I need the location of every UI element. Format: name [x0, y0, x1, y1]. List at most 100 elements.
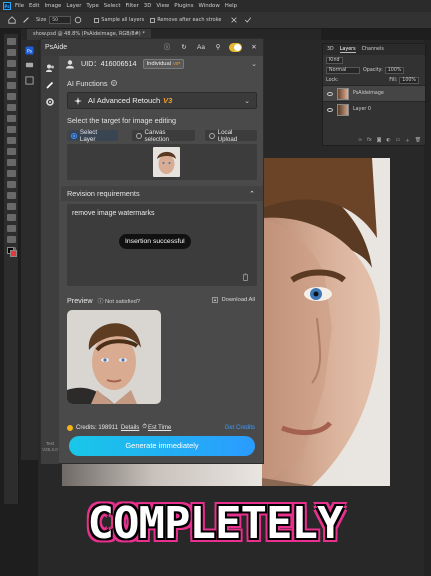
eraser-tool-icon[interactable] — [6, 148, 16, 155]
tab-3d[interactable]: 3D — [327, 47, 334, 52]
pressure-icon[interactable] — [74, 16, 82, 24]
crop-tool-icon[interactable] — [6, 82, 16, 89]
healing-tool-icon[interactable] — [6, 104, 16, 111]
move-tool-icon[interactable] — [6, 38, 16, 45]
generate-button[interactable]: Generate immediately — [69, 436, 255, 456]
eyedropper-tool-icon[interactable] — [6, 93, 16, 100]
menu-bar: Ps File Edit Image Layer Type Select Fil… — [0, 0, 431, 12]
target-image-box[interactable] — [67, 144, 257, 180]
caption-text: COMPLETELY — [87, 497, 344, 549]
type-tool-icon[interactable] — [6, 203, 16, 210]
settings-gear-icon[interactable] — [45, 97, 55, 107]
opacity-input[interactable]: 100% — [384, 66, 405, 74]
hand-tool-icon[interactable] — [6, 236, 16, 243]
menu-file[interactable]: File — [15, 3, 24, 9]
users-icon[interactable] — [45, 63, 55, 73]
chevron-down-icon: ⌄ — [244, 97, 250, 105]
size-label: Size — [36, 17, 47, 23]
panel-icon[interactable] — [25, 76, 34, 85]
account-row: UID：416006514 Individual VIP ⌄ — [61, 56, 263, 72]
blend-mode-select[interactable]: Normal — [326, 66, 360, 74]
theme-toggle[interactable] — [229, 43, 242, 52]
spot-healing-brush-icon[interactable] — [22, 16, 30, 24]
layer-row-psaideimage[interactable]: PsAideimage — [323, 85, 425, 101]
sparkle-icon — [74, 96, 82, 105]
psaide-dock-icon[interactable]: Ps — [25, 46, 34, 55]
mask-icon[interactable]: ◙ — [377, 138, 382, 143]
sample-all-layers-checkbox[interactable] — [94, 17, 100, 23]
size-input[interactable]: 50 — [49, 16, 72, 24]
pin-icon[interactable]: ⚲ — [213, 43, 223, 53]
menu-image[interactable]: Image — [44, 3, 61, 9]
revision-header[interactable]: Revision requirements ⌃ — [61, 186, 263, 201]
visibility-eye-icon[interactable] — [327, 91, 333, 96]
history-brush-tool-icon[interactable] — [6, 137, 16, 144]
commit-check-icon[interactable] — [244, 16, 252, 24]
credits-row: Credits: 198911 Details ⏱ Est Time Get C… — [61, 422, 263, 433]
not-satisfied-link[interactable]: ⓘ Not satisfied? — [98, 296, 141, 305]
preview-result-image[interactable] — [67, 310, 161, 404]
stamp-tool-icon[interactable] — [6, 126, 16, 133]
ai-function-select[interactable]: AI Advanced Retouch V3 ⌄ — [67, 92, 257, 109]
refresh-icon[interactable]: ↻ — [179, 43, 189, 53]
revision-textarea[interactable]: remove image watermarks Insertion succes… — [67, 204, 257, 286]
chevron-up-icon[interactable]: ⌃ — [249, 190, 255, 198]
menu-select[interactable]: Select — [104, 3, 121, 9]
edit-pen-icon[interactable] — [45, 80, 55, 90]
cancel-icon[interactable] — [230, 16, 238, 24]
menu-plugins[interactable]: Plugins — [174, 3, 193, 9]
dodge-tool-icon[interactable] — [6, 181, 16, 188]
blur-tool-icon[interactable] — [6, 170, 16, 177]
fill-input[interactable]: 100% — [399, 76, 419, 84]
chat-icon[interactable] — [25, 61, 34, 70]
menu-window[interactable]: Window — [199, 3, 220, 9]
lock-label: Lock: — [326, 77, 339, 83]
link-layers-icon[interactable]: ∞ — [358, 138, 362, 143]
shape-tool-icon[interactable] — [6, 225, 16, 232]
sample-all-layers-label: Sample all layers — [101, 17, 145, 23]
est-time-link[interactable]: Est Time — [148, 425, 171, 431]
new-layer-icon[interactable]: ＋ — [405, 137, 410, 144]
lasso-tool-icon[interactable] — [6, 60, 16, 67]
gradient-tool-icon[interactable] — [6, 159, 16, 166]
brush-tool-icon[interactable] — [6, 115, 16, 122]
layer-thumbnail — [337, 103, 349, 116]
path-select-tool-icon[interactable] — [6, 214, 16, 221]
menu-type[interactable]: Type — [86, 3, 98, 9]
tab-channels[interactable]: Channels — [362, 47, 384, 52]
help-icon: ? — [110, 80, 117, 86]
get-credits-link[interactable]: Get Credits — [225, 425, 255, 431]
layer-row-layer-0[interactable]: Layer 0 — [323, 101, 425, 117]
home-icon[interactable] — [8, 16, 16, 24]
pen-tool-icon[interactable] — [6, 192, 16, 199]
trash-icon[interactable] — [242, 273, 249, 281]
info-icon[interactable]: ⓘ — [162, 43, 172, 53]
menu-help[interactable]: Help — [225, 3, 237, 9]
close-icon[interactable]: ✕ — [249, 43, 259, 53]
fx-icon[interactable]: fx — [367, 138, 372, 143]
tab-layers[interactable]: Layers — [339, 47, 356, 53]
download-all-button[interactable]: Download All — [212, 297, 255, 303]
magic-wand-tool-icon[interactable] — [6, 71, 16, 78]
marquee-tool-icon[interactable] — [6, 49, 16, 56]
background-color-swatch[interactable] — [10, 250, 17, 257]
font-size-button[interactable]: Aa — [196, 43, 206, 53]
adjustment-icon[interactable]: ◐ — [386, 138, 390, 143]
remove-after-stroke-checkbox[interactable] — [150, 17, 156, 23]
radio-local-upload[interactable]: Local Upload — [204, 129, 257, 143]
layer-kind-filter[interactable]: Kind — [326, 56, 343, 64]
radio-select-layer[interactable]: Select Layer — [67, 129, 118, 143]
version-label: V25.2.0 — [42, 447, 58, 452]
folder-icon[interactable]: ▭ — [396, 138, 401, 143]
chevron-down-icon[interactable]: ⌄ — [251, 60, 257, 68]
menu-view[interactable]: View — [156, 3, 169, 9]
menu-filter[interactable]: Filter — [125, 3, 138, 9]
menu-3d[interactable]: 3D — [144, 3, 152, 9]
menu-edit[interactable]: Edit — [29, 3, 39, 9]
details-link[interactable]: Details — [121, 425, 139, 431]
menu-layer[interactable]: Layer — [66, 3, 81, 9]
layer-name: PsAideimage — [353, 91, 384, 96]
trash-icon[interactable]: 🗑 — [415, 138, 421, 143]
visibility-eye-icon[interactable] — [327, 107, 333, 112]
radio-canvas-selection[interactable]: Canvas selection — [131, 129, 195, 143]
